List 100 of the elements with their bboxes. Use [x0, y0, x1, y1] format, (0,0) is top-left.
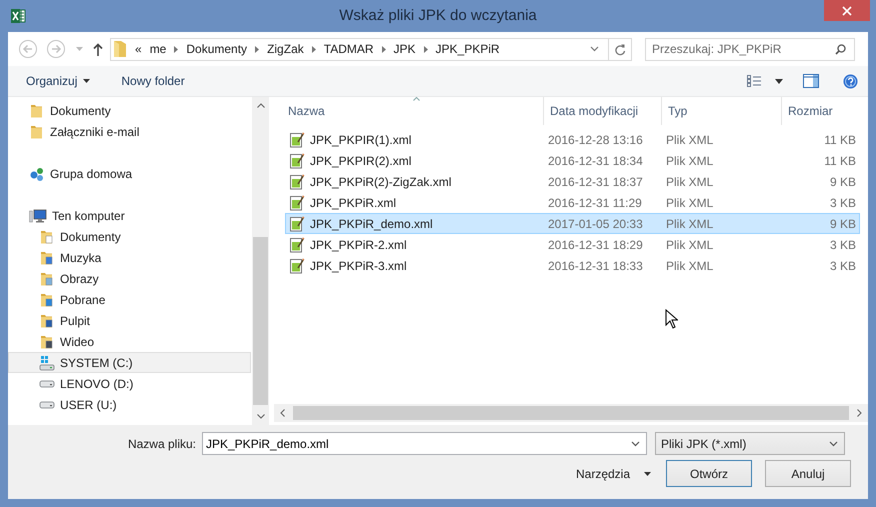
- document-icon: [289, 258, 305, 274]
- file-type: Plik XML: [665, 154, 714, 168]
- scroll-right-icon[interactable]: [857, 409, 862, 417]
- column-header[interactable]: Nazwa: [282, 97, 544, 125]
- file-name: JPK_PKPIR(1).xml: [310, 132, 412, 146]
- nav-item[interactable]: Grupa domowa: [8, 163, 252, 184]
- scroll-up-icon[interactable]: [256, 103, 265, 108]
- file-size: 3 KB: [828, 238, 857, 252]
- cursor-icon: [665, 309, 678, 329]
- breadcrumb[interactable]: JPK_PKPiR: [436, 42, 500, 56]
- document-icon: [289, 174, 305, 190]
- chevron-icon[interactable]: [255, 46, 260, 52]
- file-row[interactable]: JPK_PKPiR(2)-ZigZak.xml 2016-12-31 18:37 Plik XML 9 KB: [285, 171, 860, 192]
- dropdown-icon[interactable]: [775, 78, 783, 84]
- file-row[interactable]: JPK_PKPiR-2.xml 2016-12-31 18:29 Plik XML 3 KB: [285, 234, 860, 255]
- column-header[interactable]: Data modyfikacji: [544, 97, 662, 125]
- chevron-icon[interactable]: [382, 46, 386, 52]
- file-type: Plik XML: [665, 174, 714, 188]
- scrollbar[interactable]: [252, 97, 270, 425]
- breadcrumb[interactable]: TADMAR: [324, 42, 374, 56]
- drive-icon: [39, 354, 55, 370]
- spreadsheet-icon: [10, 8, 26, 24]
- scroll-left-icon[interactable]: [280, 409, 285, 417]
- file-name-field[interactable]: JPK_PKPiR_demo.xml: [202, 432, 647, 455]
- new-folder-button[interactable]: Nowy folder: [113, 70, 193, 92]
- breadcrumb[interactable]: ZigZak: [267, 42, 304, 56]
- nav-item[interactable]: Załączniki e-mail: [8, 121, 252, 142]
- preview-pane-icon[interactable]: [803, 74, 819, 88]
- document-icon: [289, 236, 305, 252]
- folder-icon: [29, 102, 45, 118]
- breadcrumb[interactable]: me: [150, 42, 166, 56]
- file-row[interactable]: JPK_PKPiR-3.xml 2016-12-31 18:33 Plik XML 3 KB: [285, 255, 860, 276]
- file-size: 3 KB: [828, 258, 857, 272]
- help-icon[interactable]: [843, 74, 858, 88]
- file-row[interactable]: JPK_PKPiR_demo.xml 2017-01-05 20:33 Plik XML 9 KB: [285, 213, 860, 234]
- modified-date: 2016-12-31 18:34: [547, 154, 644, 168]
- breadcrumb[interactable]: JPK: [394, 42, 416, 56]
- nav-item[interactable]: LENOVO (D:): [8, 373, 252, 394]
- nav-item[interactable]: Pobrane: [8, 289, 252, 310]
- column-header[interactable]: Typ: [662, 97, 782, 125]
- nav-item[interactable]: Wideo: [8, 331, 252, 352]
- nav-item[interactable]: USER (U:): [8, 394, 252, 415]
- document-icon: [289, 194, 305, 210]
- modified-date: 2016-12-28 13:16: [547, 132, 644, 146]
- nav-item[interactable]: SYSTEM (C:): [8, 352, 252, 373]
- file-row[interactable]: JPK_PKPIR(1).xml 2016-12-28 13:16 Plik XML 11 KB: [285, 129, 860, 150]
- nav-item[interactable]: Muzyka: [8, 247, 252, 268]
- view-list-icon[interactable]: [747, 74, 761, 88]
- folder-icon: [39, 312, 55, 328]
- scrollbar[interactable]: [274, 404, 868, 422]
- file-type-dropdown[interactable]: Pliki JPK (*.xml): [655, 432, 845, 455]
- address-bar[interactable]: « me Dokumenty ZigZak TADMAR JPK JPK_PKPiR: [110, 38, 632, 60]
- nav-item[interactable]: Obrazy: [8, 268, 252, 289]
- up-arrow-icon[interactable]: [93, 42, 103, 56]
- modified-date: 2016-12-31 18:29: [547, 238, 644, 252]
- folder-icon: [29, 124, 45, 140]
- modified-date: 2017-01-05 20:33: [547, 216, 644, 230]
- document-icon: [289, 152, 305, 168]
- open-button[interactable]: Otwórz: [666, 460, 752, 487]
- file-name: JPK_PKPIR(2).xml: [310, 154, 412, 168]
- caret-icon: [829, 440, 838, 446]
- file-type: Plik XML: [665, 132, 714, 146]
- drive-icon: [39, 380, 55, 388]
- folder-icon: [39, 292, 55, 308]
- window-title: Wskaż pliki JPK do wczytania: [338, 7, 538, 24]
- document-icon: [289, 132, 305, 148]
- chevron-icon[interactable]: [312, 46, 316, 52]
- close-icon: [842, 6, 852, 16]
- search-icon: [835, 44, 846, 54]
- tools-menu[interactable]: Narzędzia: [568, 460, 660, 487]
- modified-date: 2016-12-31 11:29: [547, 196, 643, 210]
- modified-date: 2016-12-31 18:33: [547, 258, 644, 272]
- nav-item[interactable]: Dokumenty: [8, 100, 252, 121]
- file-row[interactable]: JPK_PKPiR.xml 2016-12-31 11:29 Plik XML 3 KB: [285, 192, 860, 213]
- column-header[interactable]: Rozmiar: [782, 97, 859, 125]
- search-field[interactable]: Przeszukaj: JPK_PKPiR: [645, 38, 855, 60]
- caret-icon: [83, 79, 90, 83]
- refresh-icon: [614, 42, 626, 56]
- scroll-down-icon[interactable]: [256, 414, 265, 419]
- file-type: Plik XML: [665, 216, 714, 230]
- folder-icon: [39, 270, 55, 286]
- organize-menu[interactable]: Organizuj: [18, 70, 98, 92]
- nav-item[interactable]: Ten komputer: [8, 205, 252, 226]
- nav-item[interactable]: Pulpit: [8, 310, 252, 331]
- file-name: JPK_PKPiR.xml: [310, 196, 396, 210]
- cancel-button[interactable]: Anuluj: [765, 460, 852, 487]
- file-row[interactable]: JPK_PKPIR(2).xml 2016-12-31 18:34 Plik XML 11 KB: [285, 150, 860, 171]
- file-size: 3 KB: [828, 196, 857, 210]
- nav-item[interactable]: Dokumenty: [8, 226, 252, 247]
- breadcrumb[interactable]: Dokumenty: [186, 42, 248, 56]
- file-type: Plik XML: [665, 238, 714, 252]
- chevron-icon[interactable]: [424, 46, 428, 52]
- folder-icon: [39, 250, 55, 266]
- folder-icon: [39, 334, 55, 350]
- close-button[interactable]: [824, 0, 870, 21]
- chevron-icon[interactable]: [174, 46, 178, 52]
- overflow-mark[interactable]: «: [135, 42, 142, 56]
- network-icon: [29, 166, 45, 182]
- caret-icon[interactable]: [590, 46, 599, 52]
- caret-icon[interactable]: [631, 441, 640, 447]
